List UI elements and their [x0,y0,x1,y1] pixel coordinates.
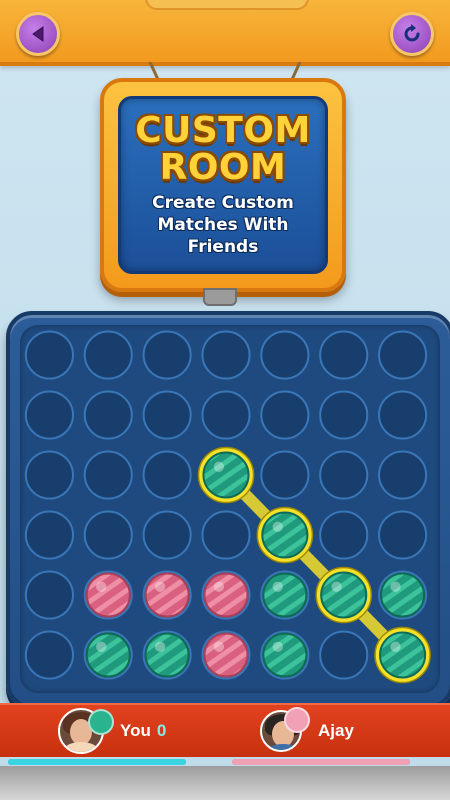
sign-panel: CUSTOM ROOM Create Custom Matches With F… [118,96,328,274]
board-slot[interactable] [24,630,74,680]
pink-disc [85,572,131,618]
sign-subtitle: Create Custom Matches With Friends [125,192,321,258]
player-opponent-token [284,707,310,733]
top-bar-notch [145,0,309,10]
player-you-score: 0 [156,721,167,740]
green-disc [315,566,373,624]
player-opponent: Ajay [260,705,354,757]
green-disc [256,506,314,564]
player-opponent-timer-fill [232,759,410,765]
green-disc [85,632,131,678]
pink-disc [144,572,190,618]
player-opponent-name: Ajay [318,721,354,740]
back-button[interactable] [16,12,60,56]
player-you-timer-fill [8,759,186,765]
board-grid [20,325,440,693]
player-opponent-timer [232,759,410,765]
board-slot[interactable] [378,390,428,440]
board-slot[interactable] [83,330,133,380]
sign-title-line1: CUSTOM [135,110,311,151]
refresh-icon [404,24,420,42]
refresh-button[interactable] [390,12,434,56]
sign-peg [203,288,237,306]
board-slot[interactable] [24,390,74,440]
board-slot[interactable] [378,450,428,500]
board-slot[interactable] [378,330,428,380]
sign-title-line2: ROOM [159,147,287,188]
player-you-name: You [120,721,151,740]
winning-line [220,469,409,661]
player-you-timer [8,759,186,765]
board-slot[interactable] [83,390,133,440]
board-slot[interactable] [319,450,369,500]
board-slot[interactable] [24,450,74,500]
board-slot[interactable] [24,510,74,560]
player-bar: You 0 Ajay [0,703,450,757]
board-slot[interactable] [142,330,192,380]
board-slot[interactable] [319,630,369,680]
board-slot[interactable] [260,390,310,440]
green-disc [262,632,308,678]
board-slot[interactable] [378,510,428,560]
board-slot[interactable] [142,450,192,500]
back-arrow-icon [32,26,44,42]
sign-subtitle-line1: Create Custom [152,193,294,213]
pink-disc [203,632,249,678]
game-board [6,311,450,709]
footer-area [0,766,450,800]
top-bar [0,0,450,66]
board-svg [24,330,431,684]
player-you: You 0 [58,705,166,757]
board-slot[interactable] [260,450,310,500]
sign-subtitle-line2: Matches With Friends [157,215,289,257]
green-disc [374,626,431,684]
board-slot[interactable] [142,510,192,560]
sign-title: CUSTOM ROOM [128,112,318,186]
board-slot[interactable] [319,510,369,560]
board-slot[interactable] [24,330,74,380]
board-slot[interactable] [201,330,251,380]
board-slot[interactable] [319,390,369,440]
player-you-token [88,709,114,735]
board-slot[interactable] [260,330,310,380]
pink-disc [203,572,249,618]
board-slot[interactable] [201,390,251,440]
green-disc [380,572,426,618]
green-disc [262,572,308,618]
board-slot[interactable] [24,570,74,620]
custom-room-sign: CUSTOM ROOM Create Custom Matches With F… [100,78,346,292]
green-disc [197,446,255,504]
green-disc [144,632,190,678]
board-slot[interactable] [319,330,369,380]
board-slot[interactable] [142,390,192,440]
board-slot[interactable] [201,510,251,560]
board-slot[interactable] [83,450,133,500]
board-slot[interactable] [83,510,133,560]
